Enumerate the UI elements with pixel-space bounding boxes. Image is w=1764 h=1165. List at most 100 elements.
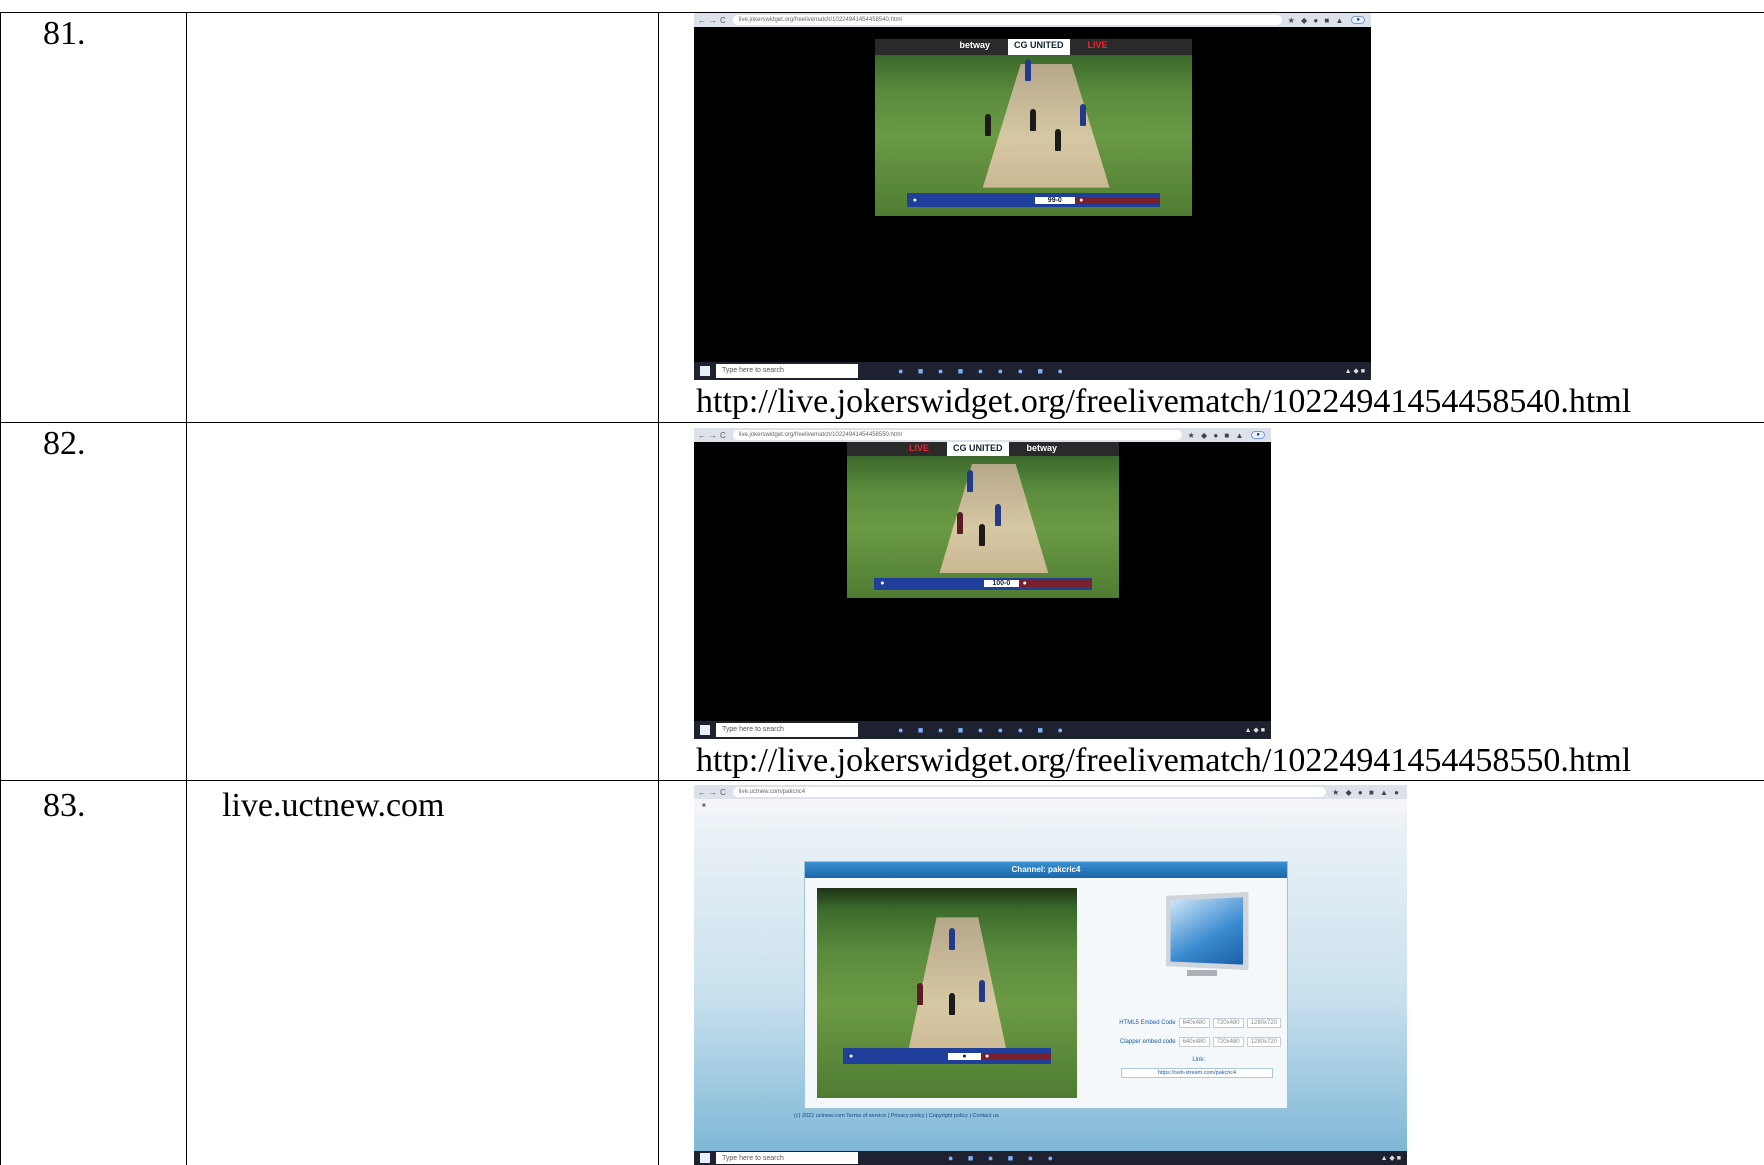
video-player: betway CG UNITED LIVE ● 99-0 ● (875, 39, 1192, 216)
windows-taskbar: Type here to search ● ■ ● ■ ● ● ▲ ◆ ■ (694, 1151, 1407, 1165)
player-figure (979, 980, 985, 1002)
taskbar-app-icons: ● ■ ● ■ ● ● ● ■ ● (898, 725, 1069, 735)
cricket-pitch (982, 63, 1110, 188)
player-figure (1055, 129, 1061, 151)
screenshot-82: ←→C live.jokerswidget.org/freelivematch/… (694, 428, 1271, 739)
row-divider (0, 422, 1764, 423)
score-value: 99-0 (1034, 196, 1076, 204)
score-value: 100-0 (984, 580, 1019, 588)
system-tray: ▲ ◆ ■ (1244, 727, 1265, 734)
windows-taskbar: Type here to search ● ■ ● ■ ● ● ● ■ ● ▲ … (694, 721, 1271, 739)
extension-icons: ★ ◆ ● ■ ▲ (1187, 430, 1246, 440)
row-number: 83. (43, 787, 86, 824)
windows-start-icon (700, 1153, 710, 1163)
taskbar-app-icons: ● ■ ● ■ ● ● ● ■ ● (898, 366, 1069, 376)
channel-panel: Channel: pakcric4 ● ● ● HTML5 Embed Code (804, 861, 1288, 1109)
row-number: 82. (43, 425, 86, 462)
player-figure (1025, 59, 1031, 81)
source-url: http://live.jokerswidget.org/freelivemat… (696, 383, 1632, 420)
address-bar: live.uctnew.com/pakcric4 (732, 787, 1327, 797)
site-name: live.uctnew.com (222, 787, 445, 824)
extension-icons: ★ ◆ ● ■ ▲ (1287, 15, 1346, 25)
player-figure (949, 928, 955, 950)
extension-icons: ★ ◆ ● ■ ▲ ● (1332, 787, 1401, 797)
size-option[interactable]: 640x480 (1178, 1018, 1210, 1028)
clapper-embed-label: Clapper embed code (1119, 1039, 1176, 1045)
sponsor-1: betway (959, 40, 990, 50)
video-player: LIVE CG UNITED betway ● 100-0 ● (847, 442, 1119, 598)
player-figure (1030, 109, 1036, 131)
browser-toolbar: ←→C live.jokerswidget.org/freelivematch/… (694, 13, 1371, 27)
windows-start-icon (700, 725, 710, 735)
page-footer: (c) 2022 uctnew.com Terms of service | P… (794, 1113, 999, 1119)
link-field[interactable]: https://redi-stream.com/pakcric4 (1121, 1068, 1273, 1078)
bowler-info: ● (981, 1052, 1051, 1060)
taskbar-search: Type here to search (716, 1152, 858, 1164)
row-number: 81. (43, 15, 86, 52)
system-tray: ▲ ◆ ■ (1380, 1155, 1401, 1162)
windows-taskbar: Type here to search ● ■ ● ■ ● ● ● ■ ● ▲ … (694, 362, 1371, 380)
bookmarks-bar: ■ (694, 799, 1407, 813)
clapper-embed-row: Clapper embed code 640x480 720x480 1280x… (1120, 1037, 1281, 1047)
score-bar: ● ● ● (843, 1047, 1051, 1065)
html5-embed-row: HTML5 Embed Code 640x480 720x480 1280x72… (1119, 1018, 1281, 1028)
system-tray: ▲ ◆ ■ (1344, 368, 1365, 375)
bowler-info: ● (1075, 196, 1161, 204)
sponsor-banner: LIVE CG UNITED betway (847, 442, 1119, 457)
cricket-pitch (939, 463, 1049, 574)
team-info: ● (849, 1052, 854, 1060)
nav-arrows-icon: ←→C (698, 430, 729, 440)
player-figure (949, 993, 955, 1015)
source-url: http://live.jokerswidget.org/freelivemat… (696, 742, 1632, 779)
sponsor-2: CG UNITED (947, 442, 1009, 457)
size-option[interactable]: 720x480 (1212, 1018, 1244, 1028)
player-figure (957, 512, 963, 534)
browser-toolbar: ←→C live.jokerswidget.org/freelivematch/… (694, 428, 1271, 442)
size-option[interactable]: 1280x720 (1246, 1037, 1281, 1047)
screenshot-83: ←→C live.uctnew.com/pakcric4 ★ ◆ ● ■ ▲ ●… (694, 785, 1407, 1165)
nav-arrows-icon: ←→C (698, 787, 729, 797)
score-bar: ● 99-0 ● (906, 193, 1161, 208)
bowler-info: ● (1018, 580, 1092, 588)
profile-badge: ● (1351, 16, 1365, 24)
browser-toolbar: ←→C live.uctnew.com/pakcric4 ★ ◆ ● ■ ▲ ● (694, 785, 1407, 799)
score-value: ● (948, 1052, 981, 1060)
player-figure (917, 983, 923, 1005)
sponsor-banner: betway CG UNITED LIVE (875, 39, 1192, 55)
sponsor-3: betway (1026, 443, 1058, 453)
profile-badge: ● (1251, 431, 1265, 439)
size-option[interactable]: 720x480 (1212, 1037, 1244, 1047)
player-figure (995, 504, 1001, 526)
tv-icon (1157, 890, 1249, 976)
address-bar: live.jokerswidget.org/freelivematch/1022… (732, 15, 1282, 25)
team-info: ● (880, 580, 885, 588)
player-figure (967, 470, 973, 492)
size-option[interactable]: 1280x720 (1246, 1018, 1281, 1028)
tv-screen (1166, 891, 1249, 971)
team-info: ● (912, 196, 917, 204)
player-figure (1080, 104, 1086, 126)
link-label: Link: (1192, 1057, 1205, 1063)
column-divider (186, 12, 187, 1165)
sponsor-2: CG UNITED (1008, 39, 1070, 55)
page-background: Channel: pakcric4 ● ● ● HTML5 Embed Code (694, 813, 1407, 1151)
html5-embed-label: HTML5 Embed Code (1119, 1020, 1176, 1026)
nav-arrows-icon: ←→C (698, 15, 729, 25)
screenshot-81: ←→C live.jokerswidget.org/freelivematch/… (694, 13, 1371, 380)
windows-start-icon (700, 366, 710, 376)
video-player: ● ● ● (817, 888, 1077, 1098)
taskbar-app-icons: ● ■ ● ■ ● ● (948, 1153, 1060, 1163)
address-bar: live.jokerswidget.org/freelivematch/1022… (732, 430, 1182, 440)
column-divider (0, 12, 1, 1165)
sponsor-3: LIVE (1087, 40, 1108, 50)
column-divider (658, 12, 659, 1165)
taskbar-search: Type here to search (716, 722, 858, 738)
taskbar-search: Type here to search (716, 363, 858, 379)
tv-stand (1187, 970, 1217, 976)
score-bar: ● 100-0 ● (874, 577, 1092, 591)
player-figure (979, 524, 985, 546)
sponsor-1: LIVE (908, 443, 929, 453)
size-option[interactable]: 640x480 (1178, 1037, 1210, 1047)
channel-title: Channel: pakcric4 (805, 862, 1287, 878)
player-figure (985, 114, 991, 136)
